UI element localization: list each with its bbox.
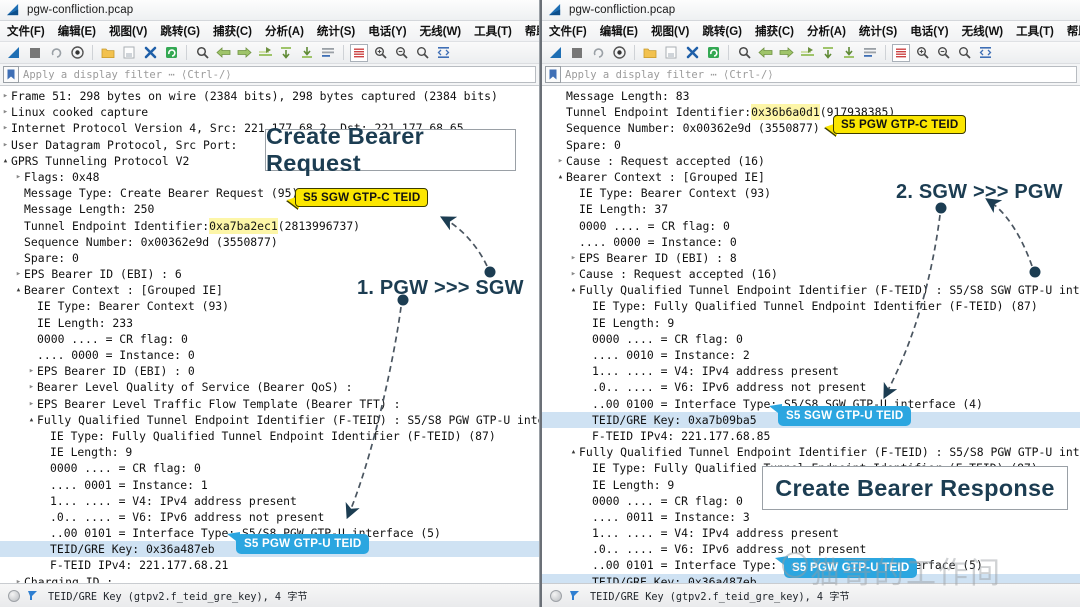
step-label-2: 2. SGW >>> PGW — [896, 181, 1063, 203]
callout-create-bearer-request: Create Bearer Request — [265, 123, 516, 176]
callout-create-bearer-response: Create Bearer Response — [762, 466, 1068, 510]
step-label-1: 1. PGW >>> SGW — [357, 277, 524, 299]
arrow-1-to-gtpc-tag — [439, 216, 488, 267]
watermark-badge-icon: ☺ — [782, 552, 808, 578]
arrow-2-to-teid-row — [345, 306, 402, 520]
arrow-3-to-gtpc-tag — [985, 198, 1033, 267]
watermark-text: 猫哥的工作间 — [810, 556, 1002, 591]
app-root: pgw-confliction.pcap 文件(F) 编辑(E) 视图(V) 跳… — [0, 0, 1080, 607]
arrow-dot-1 — [484, 266, 496, 278]
tag-s5-pgw-gtpc-teid: S5 PGW GTP-C TEID — [833, 115, 967, 134]
annotation-overlay: Create Bearer Request Create Bearer Resp… — [0, 0, 1080, 607]
tag-s5-sgw-gtpu-teid-right: S5 SGW GTP-U TEID — [778, 406, 912, 426]
tag-s5-sgw-gtpc-teid: S5 SGW GTP-C TEID — [295, 188, 429, 207]
arrow-dot-4 — [935, 202, 947, 214]
arrow-dot-3 — [1029, 266, 1041, 278]
arrow-4-to-teid-row — [883, 214, 941, 400]
annotation-arrows — [345, 198, 1041, 520]
tag-s5-pgw-gtpu-teid-left: S5 PGW GTP-U TEID — [236, 534, 370, 554]
